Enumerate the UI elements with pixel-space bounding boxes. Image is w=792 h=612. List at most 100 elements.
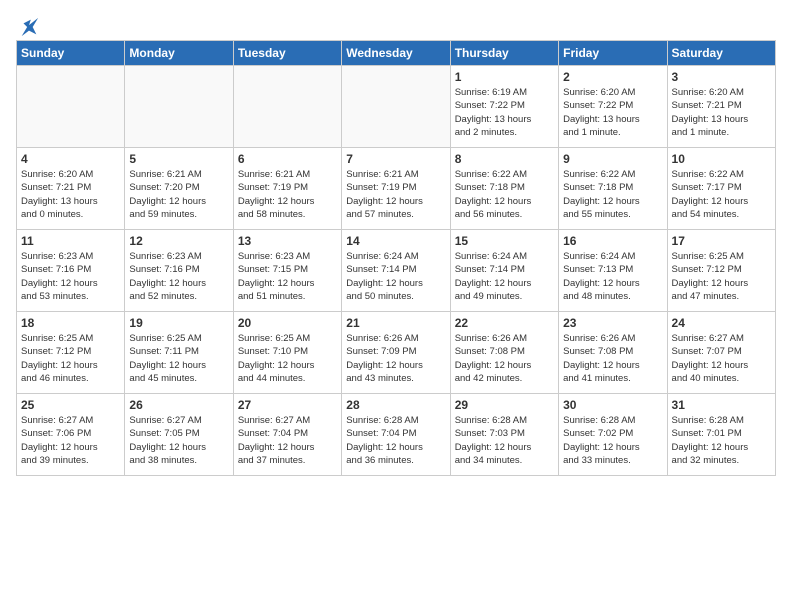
calendar-cell: 21 Sunrise: 6:26 AM Sunset: 7:09 PM Dayli… xyxy=(342,312,450,394)
day-number: 16 xyxy=(563,234,662,248)
day-info: Sunrise: 6:27 AM Sunset: 7:07 PM Dayligh… xyxy=(672,332,771,385)
calendar-cell xyxy=(342,66,450,148)
calendar-cell: 17 Sunrise: 6:25 AM Sunset: 7:12 PM Dayli… xyxy=(667,230,775,312)
day-info: Sunrise: 6:19 AM Sunset: 7:22 PM Dayligh… xyxy=(455,86,554,139)
calendar-cell: 4 Sunrise: 6:20 AM Sunset: 7:21 PM Daylig… xyxy=(17,148,125,230)
weekday-header-friday: Friday xyxy=(559,41,667,66)
calendar-cell xyxy=(233,66,341,148)
day-info: Sunrise: 6:28 AM Sunset: 7:02 PM Dayligh… xyxy=(563,414,662,467)
calendar-cell: 14 Sunrise: 6:24 AM Sunset: 7:14 PM Dayli… xyxy=(342,230,450,312)
day-number: 20 xyxy=(238,316,337,330)
day-number: 3 xyxy=(672,70,771,84)
day-info: Sunrise: 6:28 AM Sunset: 7:04 PM Dayligh… xyxy=(346,414,445,467)
day-number: 4 xyxy=(21,152,120,166)
day-info: Sunrise: 6:27 AM Sunset: 7:04 PM Dayligh… xyxy=(238,414,337,467)
calendar-cell: 31 Sunrise: 6:28 AM Sunset: 7:01 PM Dayli… xyxy=(667,394,775,476)
calendar-week-row: 1 Sunrise: 6:19 AM Sunset: 7:22 PM Daylig… xyxy=(17,66,776,148)
weekday-header-row: SundayMondayTuesdayWednesdayThursdayFrid… xyxy=(17,41,776,66)
day-number: 10 xyxy=(672,152,771,166)
day-info: Sunrise: 6:26 AM Sunset: 7:09 PM Dayligh… xyxy=(346,332,445,385)
calendar-cell: 12 Sunrise: 6:23 AM Sunset: 7:16 PM Dayli… xyxy=(125,230,233,312)
title-block xyxy=(40,16,776,18)
day-number: 18 xyxy=(21,316,120,330)
day-info: Sunrise: 6:27 AM Sunset: 7:05 PM Dayligh… xyxy=(129,414,228,467)
day-info: Sunrise: 6:23 AM Sunset: 7:16 PM Dayligh… xyxy=(21,250,120,303)
day-number: 30 xyxy=(563,398,662,412)
day-info: Sunrise: 6:25 AM Sunset: 7:10 PM Dayligh… xyxy=(238,332,337,385)
logo xyxy=(16,16,40,34)
day-number: 9 xyxy=(563,152,662,166)
day-info: Sunrise: 6:24 AM Sunset: 7:14 PM Dayligh… xyxy=(346,250,445,303)
calendar-cell: 30 Sunrise: 6:28 AM Sunset: 7:02 PM Dayli… xyxy=(559,394,667,476)
weekday-header-wednesday: Wednesday xyxy=(342,41,450,66)
day-number: 17 xyxy=(672,234,771,248)
calendar-cell: 20 Sunrise: 6:25 AM Sunset: 7:10 PM Dayli… xyxy=(233,312,341,394)
day-number: 24 xyxy=(672,316,771,330)
calendar-cell: 6 Sunrise: 6:21 AM Sunset: 7:19 PM Daylig… xyxy=(233,148,341,230)
day-info: Sunrise: 6:25 AM Sunset: 7:12 PM Dayligh… xyxy=(672,250,771,303)
calendar-cell: 3Sunrise: 6:20 AM Sunset: 7:21 PM Daylig… xyxy=(667,66,775,148)
header xyxy=(16,16,776,34)
day-number: 31 xyxy=(672,398,771,412)
day-number: 2 xyxy=(563,70,662,84)
day-number: 6 xyxy=(238,152,337,166)
day-number: 29 xyxy=(455,398,554,412)
day-info: Sunrise: 6:21 AM Sunset: 7:19 PM Dayligh… xyxy=(346,168,445,221)
calendar-week-row: 11 Sunrise: 6:23 AM Sunset: 7:16 PM Dayli… xyxy=(17,230,776,312)
day-info: Sunrise: 6:20 AM Sunset: 7:21 PM Dayligh… xyxy=(21,168,120,221)
calendar-cell: 28 Sunrise: 6:28 AM Sunset: 7:04 PM Dayli… xyxy=(342,394,450,476)
day-number: 7 xyxy=(346,152,445,166)
calendar-cell: 19 Sunrise: 6:25 AM Sunset: 7:11 PM Dayli… xyxy=(125,312,233,394)
calendar-cell: 8 Sunrise: 6:22 AM Sunset: 7:18 PM Daylig… xyxy=(450,148,558,230)
day-number: 23 xyxy=(563,316,662,330)
day-number: 19 xyxy=(129,316,228,330)
calendar-week-row: 18 Sunrise: 6:25 AM Sunset: 7:12 PM Dayli… xyxy=(17,312,776,394)
day-info: Sunrise: 6:25 AM Sunset: 7:11 PM Dayligh… xyxy=(129,332,228,385)
day-info: Sunrise: 6:23 AM Sunset: 7:16 PM Dayligh… xyxy=(129,250,228,303)
day-number: 14 xyxy=(346,234,445,248)
day-number: 5 xyxy=(129,152,228,166)
day-number: 12 xyxy=(129,234,228,248)
calendar-cell: 7 Sunrise: 6:21 AM Sunset: 7:19 PM Daylig… xyxy=(342,148,450,230)
day-number: 25 xyxy=(21,398,120,412)
day-number: 21 xyxy=(346,316,445,330)
calendar-cell xyxy=(17,66,125,148)
calendar-cell: 1 Sunrise: 6:19 AM Sunset: 7:22 PM Daylig… xyxy=(450,66,558,148)
day-info: Sunrise: 6:25 AM Sunset: 7:12 PM Dayligh… xyxy=(21,332,120,385)
day-info: Sunrise: 6:28 AM Sunset: 7:03 PM Dayligh… xyxy=(455,414,554,467)
day-number: 27 xyxy=(238,398,337,412)
weekday-header-thursday: Thursday xyxy=(450,41,558,66)
day-info: Sunrise: 6:24 AM Sunset: 7:13 PM Dayligh… xyxy=(563,250,662,303)
day-info: Sunrise: 6:21 AM Sunset: 7:20 PM Dayligh… xyxy=(129,168,228,221)
calendar-cell: 26 Sunrise: 6:27 AM Sunset: 7:05 PM Dayli… xyxy=(125,394,233,476)
day-number: 13 xyxy=(238,234,337,248)
calendar-cell: 18 Sunrise: 6:25 AM Sunset: 7:12 PM Dayli… xyxy=(17,312,125,394)
day-number: 8 xyxy=(455,152,554,166)
calendar-cell: 15 Sunrise: 6:24 AM Sunset: 7:14 PM Dayli… xyxy=(450,230,558,312)
weekday-header-monday: Monday xyxy=(125,41,233,66)
weekday-header-tuesday: Tuesday xyxy=(233,41,341,66)
day-number: 1 xyxy=(455,70,554,84)
day-info: Sunrise: 6:22 AM Sunset: 7:18 PM Dayligh… xyxy=(455,168,554,221)
calendar-cell: 25Sunrise: 6:27 AM Sunset: 7:06 PM Dayli… xyxy=(17,394,125,476)
day-number: 15 xyxy=(455,234,554,248)
day-number: 28 xyxy=(346,398,445,412)
day-info: Sunrise: 6:24 AM Sunset: 7:14 PM Dayligh… xyxy=(455,250,554,303)
weekday-header-saturday: Saturday xyxy=(667,41,775,66)
logo-bird-icon xyxy=(18,16,40,38)
calendar-cell: 23 Sunrise: 6:26 AM Sunset: 7:08 PM Dayli… xyxy=(559,312,667,394)
calendar-cell: 29 Sunrise: 6:28 AM Sunset: 7:03 PM Dayli… xyxy=(450,394,558,476)
day-info: Sunrise: 6:26 AM Sunset: 7:08 PM Dayligh… xyxy=(563,332,662,385)
calendar-cell: 16 Sunrise: 6:24 AM Sunset: 7:13 PM Dayli… xyxy=(559,230,667,312)
day-number: 11 xyxy=(21,234,120,248)
weekday-header-sunday: Sunday xyxy=(17,41,125,66)
day-info: Sunrise: 6:21 AM Sunset: 7:19 PM Dayligh… xyxy=(238,168,337,221)
day-number: 26 xyxy=(129,398,228,412)
calendar-cell: 27 Sunrise: 6:27 AM Sunset: 7:04 PM Dayli… xyxy=(233,394,341,476)
calendar-cell: 2Sunrise: 6:20 AM Sunset: 7:22 PM Daylig… xyxy=(559,66,667,148)
calendar-cell: 13Sunrise: 6:23 AM Sunset: 7:15 PM Dayli… xyxy=(233,230,341,312)
calendar-cell: 9 Sunrise: 6:22 AM Sunset: 7:18 PM Daylig… xyxy=(559,148,667,230)
day-info: Sunrise: 6:28 AM Sunset: 7:01 PM Dayligh… xyxy=(672,414,771,467)
day-info: Sunrise: 6:22 AM Sunset: 7:17 PM Dayligh… xyxy=(672,168,771,221)
day-info: Sunrise: 6:22 AM Sunset: 7:18 PM Dayligh… xyxy=(563,168,662,221)
